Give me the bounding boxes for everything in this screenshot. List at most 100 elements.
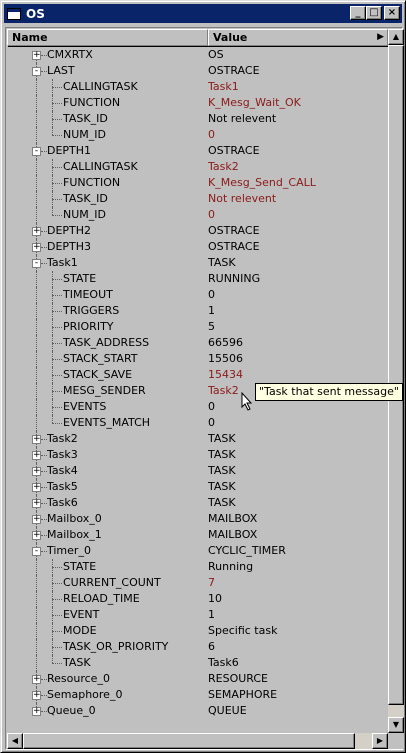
node-name: Task2 — [47, 432, 78, 445]
expand-icon[interactable]: + — [32, 435, 41, 444]
maximize-button[interactable]: □ — [366, 6, 382, 20]
tree-node[interactable]: - LAST OSTRACE — [7, 63, 388, 79]
expand-icon[interactable]: + — [32, 483, 41, 492]
tree-node[interactable]: + Queue_0 QUEUE — [7, 703, 388, 719]
tree-leaf[interactable]: TASK_ID Not relevent — [7, 111, 388, 127]
tree-node[interactable]: + Mailbox_0 MAILBOX — [7, 511, 388, 527]
collapse-icon[interactable]: - — [32, 259, 41, 268]
tree-node[interactable]: - DEPTH1 OSTRACE — [7, 143, 388, 159]
tree-node[interactable]: + Task3 TASK — [7, 447, 388, 463]
tree-leaf[interactable]: MODE Specific task — [7, 623, 388, 639]
tree-leaf[interactable]: CALLINGTASK Task2 — [7, 159, 388, 175]
node-name: Queue_0 — [47, 704, 96, 717]
vertical-scrollbar[interactable]: ▲ ▼ — [388, 29, 404, 733]
tree-connector — [52, 87, 62, 88]
tree-leaf[interactable]: STATE RUNNING — [7, 271, 388, 287]
tree-leaf[interactable]: STACK_SAVE 15434 — [7, 367, 388, 383]
horizontal-scrollbar[interactable]: ◀ ▶ — [7, 733, 388, 749]
expand-icon[interactable]: + — [32, 499, 41, 508]
node-value: 0 — [208, 400, 215, 413]
expand-icon[interactable]: + — [32, 531, 41, 540]
tree-leaf[interactable]: PRIORITY 5 — [7, 319, 388, 335]
tree-connector — [52, 367, 53, 383]
horizontal-scroll-thumb[interactable] — [23, 733, 355, 749]
node-value: 1 — [208, 304, 215, 317]
tree-node[interactable]: + Task2 TASK — [7, 431, 388, 447]
expand-icon[interactable]: + — [32, 691, 41, 700]
tree-node[interactable]: + Task4 TASK — [7, 463, 388, 479]
tree-node[interactable]: + Task6 TASK — [7, 495, 388, 511]
node-name: EVENTS_MATCH — [63, 416, 151, 429]
tree-node[interactable]: + Mailbox_1 MAILBOX — [7, 527, 388, 543]
tree-leaf[interactable]: TASK_ADDRESS 66596 — [7, 335, 388, 351]
tree-node[interactable]: + Semaphore_0 SEMAPHORE — [7, 687, 388, 703]
tree-node[interactable]: - Task1 TASK — [7, 255, 388, 271]
expand-icon[interactable]: + — [32, 451, 41, 460]
node-value: Specific task — [208, 624, 278, 637]
scroll-left-button[interactable]: ◀ — [7, 733, 23, 749]
tree-connector — [36, 399, 37, 415]
header-scroll-right-icon[interactable]: ▶ — [377, 30, 384, 45]
expand-icon[interactable]: + — [32, 243, 41, 252]
tree-connector — [52, 351, 53, 367]
scroll-right-button[interactable]: ▶ — [372, 733, 388, 749]
tree-leaf[interactable]: STACK_START 15506 — [7, 351, 388, 367]
node-value: K_Mesg_Wait_OK — [208, 96, 301, 109]
node-name: EVENT — [63, 608, 100, 621]
tree-leaf[interactable]: EVENTS 0 — [7, 399, 388, 415]
tooltip: "Task that sent message" — [255, 383, 403, 401]
tree-leaf[interactable]: TASK Task6 — [7, 655, 388, 671]
tree-node[interactable]: + Resource_0 RESOURCE — [7, 671, 388, 687]
node-value: Task2 — [208, 384, 239, 397]
collapse-icon[interactable]: - — [32, 547, 41, 556]
collapse-icon[interactable]: - — [32, 67, 41, 76]
tree-node[interactable]: - Timer_0 CYCLIC_TIMER — [7, 543, 388, 559]
tree-leaf[interactable]: NUM_ID 0 — [7, 127, 388, 143]
column-header-value[interactable]: Value ▶ — [208, 29, 388, 46]
tree-connector — [36, 559, 37, 575]
collapse-icon[interactable]: - — [32, 147, 41, 156]
expand-icon[interactable]: + — [32, 515, 41, 524]
tree-node[interactable]: + CMXRTX OS — [7, 47, 388, 71]
expand-icon[interactable]: + — [32, 227, 41, 236]
tree-leaf[interactable]: TASK_OR_PRIORITY 6 — [7, 639, 388, 655]
tree-leaf[interactable]: CURRENT_COUNT 7 — [7, 575, 388, 591]
node-value: TASK — [208, 432, 236, 445]
tree-leaf[interactable]: FUNCTION K_Mesg_Wait_OK — [7, 95, 388, 111]
tree-leaf[interactable]: EVENTS_MATCH 0 — [7, 415, 388, 431]
tree-leaf[interactable]: TASK_ID Not relevent — [7, 191, 388, 207]
tree-leaf[interactable]: CALLINGTASK Task1 — [7, 79, 388, 95]
node-value: MAILBOX — [208, 528, 258, 541]
tree-leaf[interactable]: EVENT 1 — [7, 607, 388, 623]
tree-leaf[interactable]: STATE Running — [7, 559, 388, 575]
node-value: OSTRACE — [208, 224, 260, 237]
expand-icon[interactable]: + — [32, 675, 41, 684]
tree-node[interactable]: + Task5 TASK — [7, 479, 388, 495]
expand-icon[interactable]: + — [32, 51, 41, 60]
tree-node[interactable]: + DEPTH3 OSTRACE — [7, 239, 388, 255]
expand-icon[interactable]: + — [32, 467, 41, 476]
scroll-down-button[interactable]: ▼ — [388, 717, 404, 733]
minimize-button[interactable]: _ — [350, 6, 366, 20]
tree-leaf[interactable]: NUM_ID 0 — [7, 207, 388, 223]
column-header: Name Value ▶ — [7, 29, 388, 46]
tree-leaf[interactable]: RELOAD_TIME 10 — [7, 591, 388, 607]
tree-connector — [52, 159, 53, 175]
tree-connector — [36, 79, 37, 95]
column-header-name[interactable]: Name — [7, 29, 208, 46]
scroll-up-button[interactable]: ▲ — [388, 29, 404, 45]
expand-icon[interactable]: + — [32, 707, 41, 716]
mouse-pointer-icon — [241, 392, 253, 411]
tree-node[interactable]: + DEPTH2 OSTRACE — [7, 223, 388, 239]
tree-leaf[interactable]: TRIGGERS 1 — [7, 303, 388, 319]
node-value: 0 — [208, 288, 215, 301]
node-value: TASK — [208, 256, 236, 269]
tree-leaf[interactable]: TIMEOUT 0 — [7, 287, 388, 303]
title-bar[interactable]: OS _ □ × — [4, 4, 402, 23]
vertical-scroll-thumb[interactable] — [388, 45, 404, 705]
tree-connector — [52, 615, 62, 616]
tree-connector — [36, 591, 37, 607]
node-value: MAILBOX — [208, 512, 258, 525]
tree-leaf[interactable]: FUNCTION K_Mesg_Send_CALL — [7, 175, 388, 191]
close-button[interactable]: × — [384, 6, 400, 20]
